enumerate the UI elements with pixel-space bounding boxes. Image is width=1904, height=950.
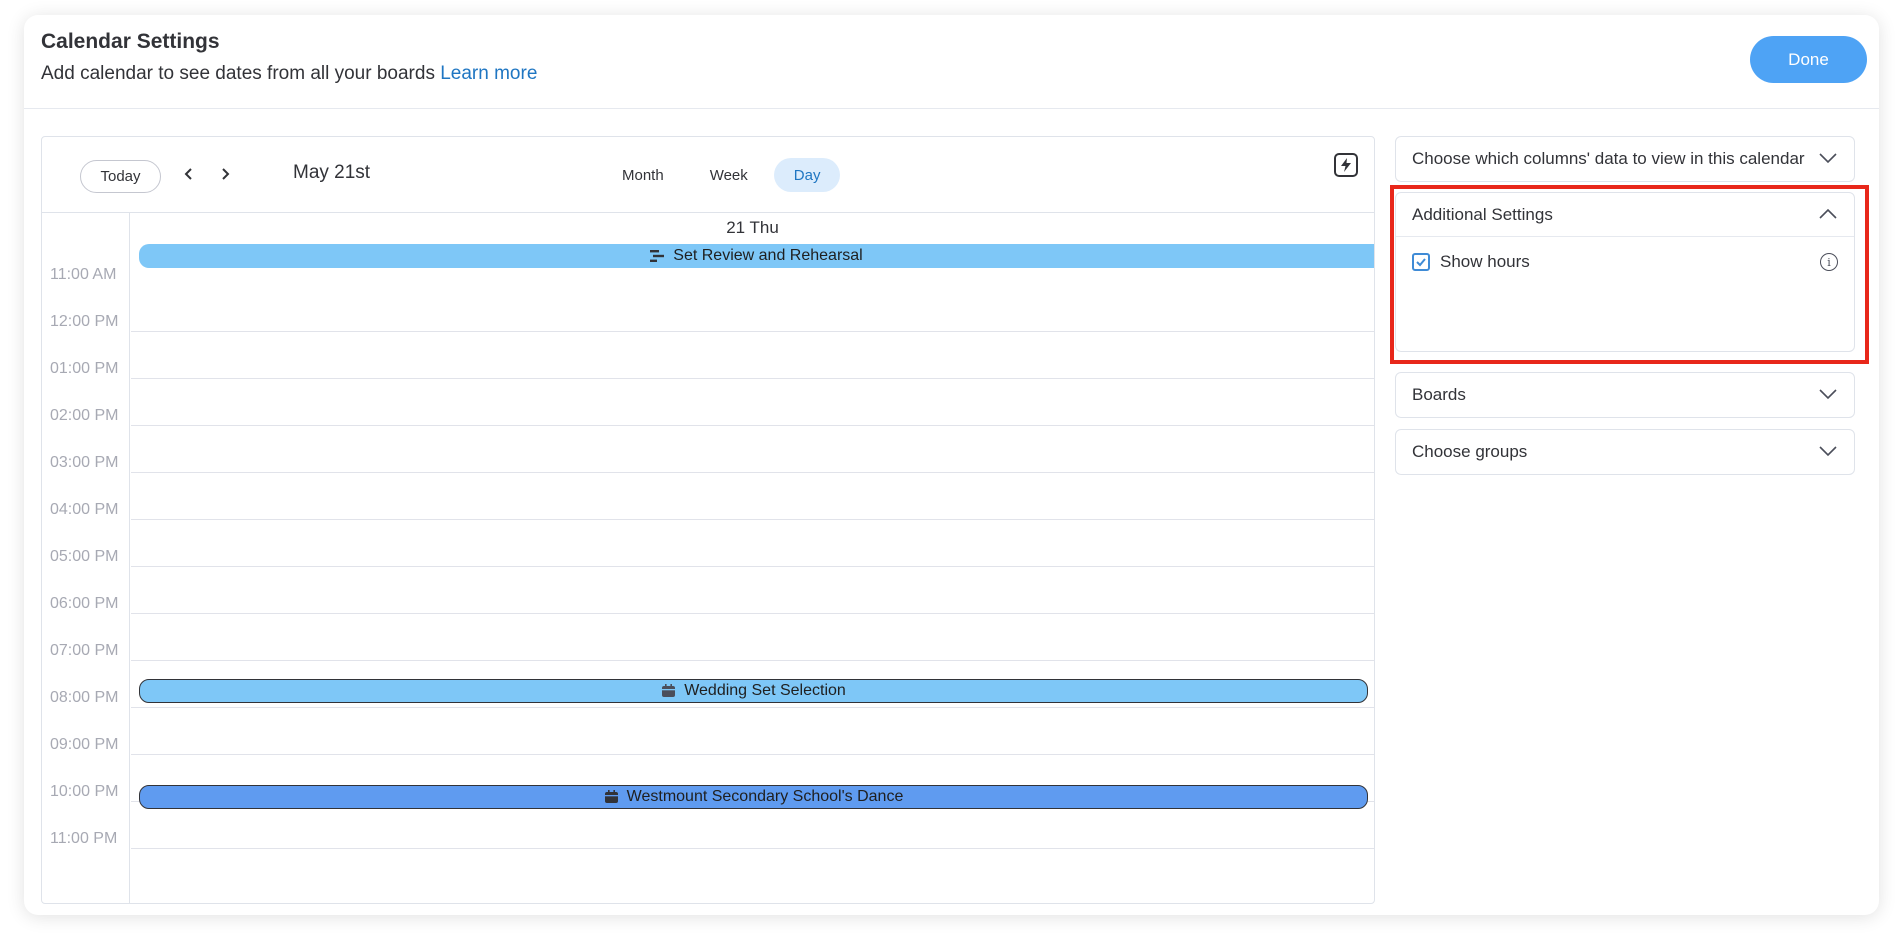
calendar-icon: [604, 790, 619, 804]
boards-panel-label: Boards: [1412, 385, 1466, 404]
info-icon[interactable]: i: [1820, 253, 1838, 271]
chevron-down-icon: [1818, 149, 1838, 169]
boards-panel[interactable]: Boards: [1395, 372, 1855, 418]
hour-divider: [131, 613, 1374, 614]
hour-divider: [131, 472, 1374, 473]
hour-label: 11:00 PM: [50, 830, 118, 847]
event-wedding-set-selection[interactable]: Wedding Set Selection: [139, 679, 1368, 703]
event-title: Westmount Secondary School's Dance: [626, 788, 904, 805]
day-grid: 21 Thu Set Review and Rehearsal Wedding …: [131, 213, 1374, 903]
hour-divider: [131, 707, 1374, 708]
check-icon: [1416, 258, 1426, 267]
subtitle-text: Add calendar to see dates from all your …: [41, 63, 435, 84]
automation-bolt-icon[interactable]: [1334, 153, 1358, 177]
modal-header: Calendar Settings Add calendar to see da…: [24, 15, 1879, 109]
calendar-preview: Today May 21st Month Week Day 11:00 AM 1…: [41, 136, 1375, 904]
event-set-review[interactable]: Set Review and Rehearsal: [139, 244, 1374, 268]
chevron-down-icon: [1818, 442, 1838, 462]
hour-divider: [131, 660, 1374, 661]
calendar-icon: [661, 684, 676, 698]
groups-panel-label: Choose groups: [1412, 442, 1528, 461]
view-tabs: Month Week Day: [602, 158, 841, 192]
hour-label: 07:00 PM: [50, 642, 119, 659]
columns-panel-label: Choose which columns' data to view in th…: [1412, 149, 1805, 168]
today-button[interactable]: Today: [80, 160, 161, 193]
calendar-toolbar: Today May 21st Month Week Day: [42, 137, 1374, 213]
additional-settings-panel: Additional Settings Show hours i: [1395, 192, 1855, 352]
calendar-settings-modal: Calendar Settings Add calendar to see da…: [24, 15, 1879, 915]
hour-label: 04:00 PM: [50, 501, 119, 518]
next-day-button[interactable]: [212, 161, 238, 187]
hour-label: 09:00 PM: [50, 736, 119, 753]
hour-label: 11:00 AM: [50, 266, 117, 283]
additional-settings-header[interactable]: Additional Settings: [1396, 193, 1854, 237]
hour-label: 12:00 PM: [50, 313, 119, 330]
prev-day-button[interactable]: [176, 161, 202, 187]
page-title: Calendar Settings: [41, 30, 220, 53]
columns-panel[interactable]: Choose which columns' data to view in th…: [1395, 136, 1855, 182]
chevron-up-icon: [1818, 205, 1838, 225]
groups-panel[interactable]: Choose groups: [1395, 429, 1855, 475]
hour-label: 03:00 PM: [50, 454, 119, 471]
tab-month[interactable]: Month: [602, 158, 684, 192]
tab-day[interactable]: Day: [773, 158, 841, 192]
hour-divider: [131, 754, 1374, 755]
event-title: Wedding Set Selection: [684, 682, 846, 699]
hour-label: 05:00 PM: [50, 548, 119, 565]
chevron-left-icon: [184, 168, 192, 180]
hour-divider: [131, 519, 1374, 520]
hour-divider: [131, 331, 1374, 332]
learn-more-link[interactable]: Learn more: [440, 63, 537, 84]
page-subtitle: Add calendar to see dates from all your …: [41, 63, 537, 85]
show-hours-row: Show hours i: [1396, 237, 1854, 287]
time-column: 11:00 AM 12:00 PM 01:00 PM 02:00 PM 03:0…: [42, 213, 130, 903]
additional-settings-label: Additional Settings: [1412, 204, 1553, 224]
hour-label: 01:00 PM: [50, 360, 119, 377]
hour-label: 02:00 PM: [50, 407, 119, 424]
event-westmount-dance[interactable]: Westmount Secondary School's Dance: [139, 785, 1368, 809]
timeline-icon: [650, 249, 665, 263]
current-date-label: May 21st: [293, 162, 371, 183]
hour-divider: [131, 566, 1374, 567]
show-hours-label: Show hours: [1440, 252, 1530, 271]
chevron-down-icon: [1818, 385, 1838, 405]
hour-divider: [131, 848, 1374, 849]
hour-divider: [131, 425, 1374, 426]
hour-label: 06:00 PM: [50, 595, 119, 612]
day-header: 21 Thu: [726, 218, 779, 237]
bolt-icon: [1341, 158, 1351, 172]
event-title: Set Review and Rehearsal: [673, 247, 863, 264]
tab-week[interactable]: Week: [690, 158, 768, 192]
show-hours-checkbox[interactable]: [1412, 253, 1430, 271]
hour-divider: [131, 378, 1374, 379]
done-button[interactable]: Done: [1750, 36, 1867, 83]
chevron-right-icon: [222, 168, 230, 180]
hour-label: 10:00 PM: [50, 783, 119, 800]
hour-label: 08:00 PM: [50, 689, 119, 706]
